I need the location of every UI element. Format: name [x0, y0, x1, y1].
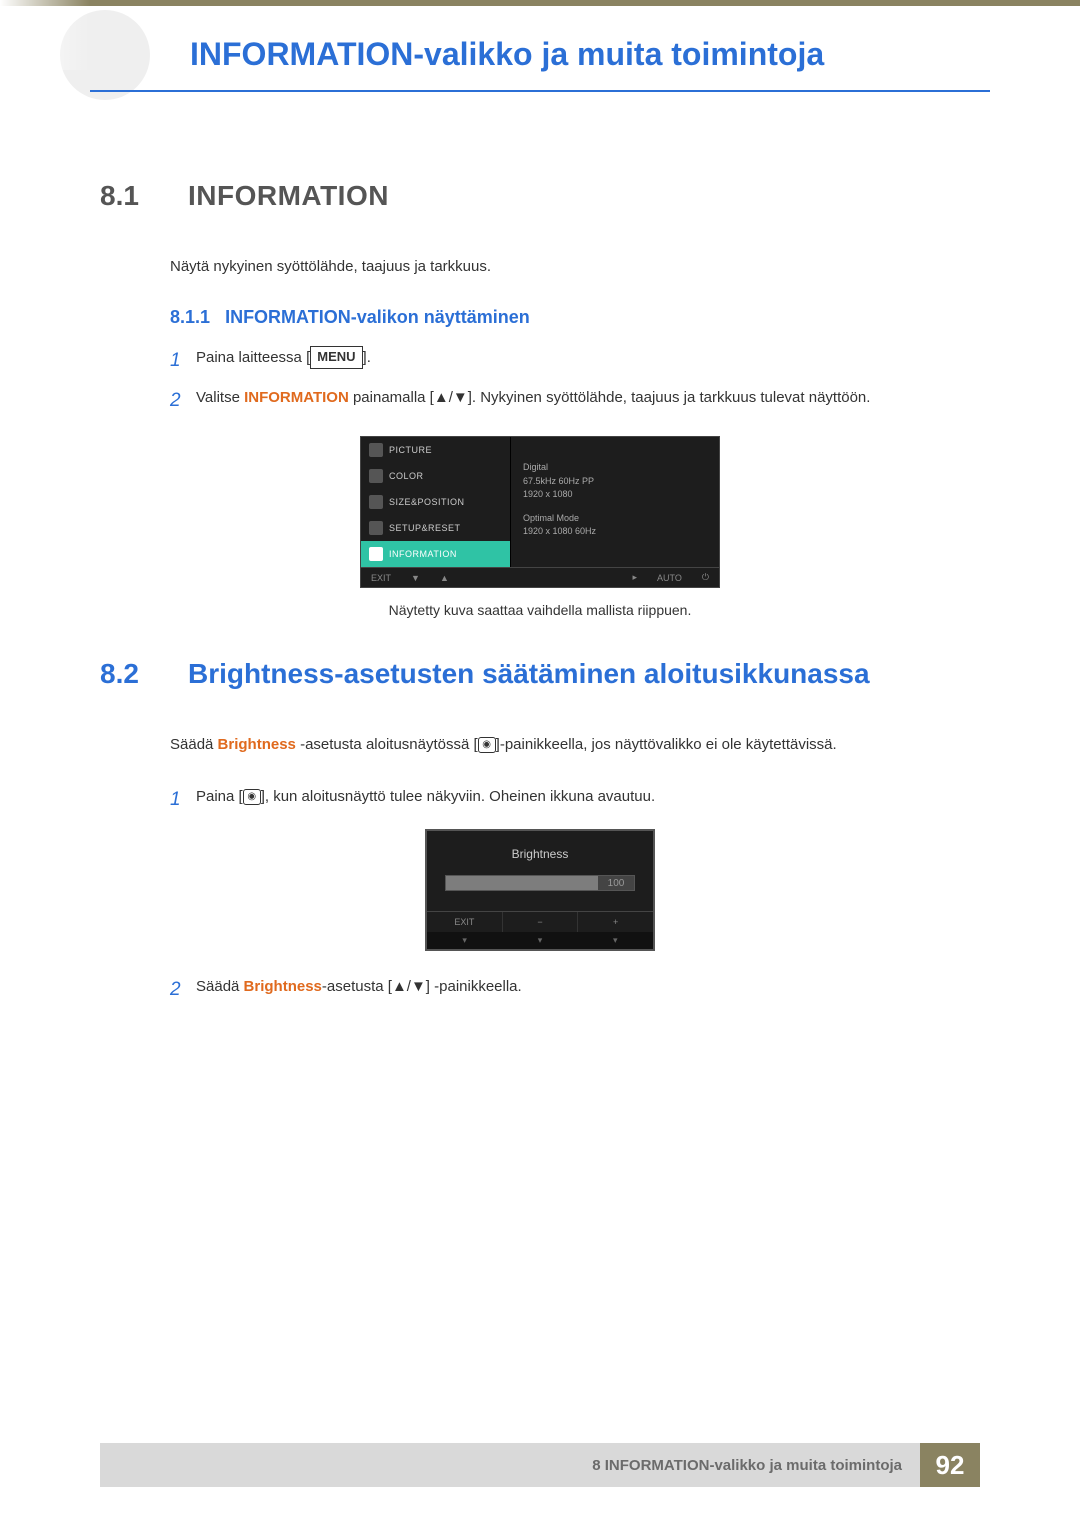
step-text: ]. — [363, 349, 371, 366]
step-2: 2 Valitse INFORMATION painamalla [▲/▼]. … — [170, 386, 980, 416]
keyword-brightness: Brightness — [218, 736, 296, 753]
chapter-title: INFORMATION-valikko ja muita toimintoja — [190, 36, 824, 73]
step-body: Valitse INFORMATION painamalla [▲/▼]. Ny… — [196, 386, 980, 416]
step-text: Valitse — [196, 389, 244, 406]
osd-item-label: PICTURE — [389, 445, 432, 455]
osd-info-line: Digital — [523, 461, 707, 475]
color-icon — [369, 469, 383, 483]
step-1: 1 Paina [◉], kun aloitusnäyttö tulee näk… — [170, 785, 980, 815]
section-number: 8.1 — [100, 180, 160, 212]
brightness-fill — [446, 876, 598, 890]
text: -asetusta aloitusnäytössä [ — [296, 736, 478, 753]
osd-info-line: Optimal Mode — [523, 512, 707, 526]
footer-chapter-label: 8 INFORMATION-valikko ja muita toimintoj… — [100, 1443, 920, 1487]
osd-brightness-title: Brightness — [427, 831, 653, 875]
osd-auto-label: AUTO — [657, 573, 682, 583]
osd-item-setup-reset: SETUP&RESET — [361, 515, 510, 541]
osd-brightness-screenshot: Brightness 100 EXIT − + ▾ ▾ ▾ — [425, 829, 655, 951]
step-body: Paina [◉], kun aloitusnäyttö tulee näkyv… — [196, 785, 980, 815]
title-underline — [90, 90, 990, 92]
section-heading-8-2: 8.2 Brightness-asetusten säätäminen aloi… — [100, 658, 980, 690]
osd-item-color: COLOR — [361, 463, 510, 489]
osd-brightness-footer: EXIT − + — [427, 911, 653, 932]
text: Säädä — [196, 978, 244, 995]
text: ], kun aloitusnäyttö tulee näkyviin. Ohe… — [261, 788, 655, 805]
step-1: 1 Paina laitteessa [MENU]. — [170, 346, 980, 376]
setup-icon — [369, 521, 383, 535]
osd-item-label: COLOR — [389, 471, 424, 481]
down-icon: ▾ — [427, 932, 502, 949]
picture-icon — [369, 443, 383, 457]
step-body: Paina laitteessa [MENU]. — [196, 346, 980, 376]
down-icon: ▾ — [578, 932, 653, 949]
section-heading-8-1: 8.1 INFORMATION — [100, 180, 980, 212]
step-number: 2 — [170, 975, 196, 1005]
down-icon: ▼ — [411, 573, 420, 583]
text: Säädä — [170, 736, 218, 753]
osd-item-information: INFORMATION — [361, 541, 510, 567]
enter-icon: ▸ — [633, 572, 638, 583]
osd-item-label: SETUP&RESET — [389, 523, 461, 533]
osd-info-line: 67.5kHz 60Hz PP — [523, 475, 707, 489]
step-text: painamalla [▲/▼]. Nykyinen syöttölähde, … — [349, 389, 871, 406]
section-intro: Näytä nykyinen syöttölähde, taajuus ja t… — [170, 256, 980, 279]
figure-caption: Näytetty kuva saattaa vaihdella mallista… — [100, 602, 980, 618]
fade-overlay — [0, 0, 90, 70]
step-number: 2 — [170, 386, 196, 416]
subsection-title: INFORMATION-valikon näyttäminen — [225, 307, 530, 327]
step-2: 2 Säädä Brightness-asetusta [▲/▼] -paini… — [170, 975, 980, 1005]
osd-item-picture: PICTURE — [361, 437, 510, 463]
power-icon: ⏻ — [702, 572, 709, 583]
osd-sidebar: PICTURE COLOR SIZE&POSITION SETUP&RESET … — [361, 437, 511, 567]
osd-nav-row: ▾ ▾ ▾ — [427, 932, 653, 949]
osd-footer: EXIT ▼ ▲ ▸ AUTO ⏻ — [361, 567, 719, 587]
page-content: 8.1 INFORMATION Näytä nykyinen syöttöläh… — [100, 180, 980, 1016]
keyword-information: INFORMATION — [244, 389, 349, 406]
osd-exit-label: EXIT — [371, 573, 391, 583]
up-icon: ▲ — [440, 573, 449, 583]
osd-item-size-position: SIZE&POSITION — [361, 489, 510, 515]
section-title: Brightness-asetusten säätäminen aloitusi… — [188, 658, 870, 690]
text: Paina [ — [196, 788, 243, 805]
jog-button-icon: ◉ — [243, 789, 261, 805]
text: -asetusta [▲/▼] -painikkeella. — [322, 978, 522, 995]
subsection-number: 8.1.1 — [170, 307, 210, 327]
plus-icon: + — [578, 912, 653, 932]
down-icon: ▾ — [502, 932, 577, 949]
section-intro: Säädä Brightness -asetusta aloitusnäytös… — [170, 734, 980, 757]
section-number: 8.2 — [100, 658, 160, 690]
keyword-brightness: Brightness — [244, 978, 322, 995]
section-title: INFORMATION — [188, 180, 389, 212]
step-body: Säädä Brightness-asetusta [▲/▼] -painikk… — [196, 975, 980, 1005]
info-icon — [369, 547, 383, 561]
osd-menu-screenshot: PICTURE COLOR SIZE&POSITION SETUP&RESET … — [360, 436, 720, 588]
step-number: 1 — [170, 785, 196, 815]
osd-info-line: 1920 x 1080 60Hz — [523, 525, 707, 539]
osd-info-line: 1920 x 1080 — [523, 488, 707, 502]
minus-icon: − — [503, 912, 579, 932]
osd-item-label: SIZE&POSITION — [389, 497, 465, 507]
osd-info-panel: Digital 67.5kHz 60Hz PP 1920 x 1080 Opti… — [511, 437, 719, 567]
step-text: Paina laitteessa [ — [196, 349, 310, 366]
top-accent-bar — [0, 0, 1080, 6]
jog-button-icon: ◉ — [478, 737, 496, 753]
page-footer: 8 INFORMATION-valikko ja muita toimintoj… — [100, 1443, 980, 1487]
size-icon — [369, 495, 383, 509]
subsection-heading: 8.1.1 INFORMATION-valikon näyttäminen — [170, 307, 980, 328]
text: ]-painikkeella, jos näyttövalikko ei ole… — [496, 736, 837, 753]
menu-button-icon: MENU — [310, 346, 362, 369]
osd-exit-label: EXIT — [427, 912, 503, 932]
page-number: 92 — [920, 1443, 980, 1487]
step-number: 1 — [170, 346, 196, 376]
osd-item-label: INFORMATION — [389, 549, 457, 559]
brightness-slider: 100 — [445, 875, 635, 891]
brightness-value: 100 — [598, 876, 634, 890]
